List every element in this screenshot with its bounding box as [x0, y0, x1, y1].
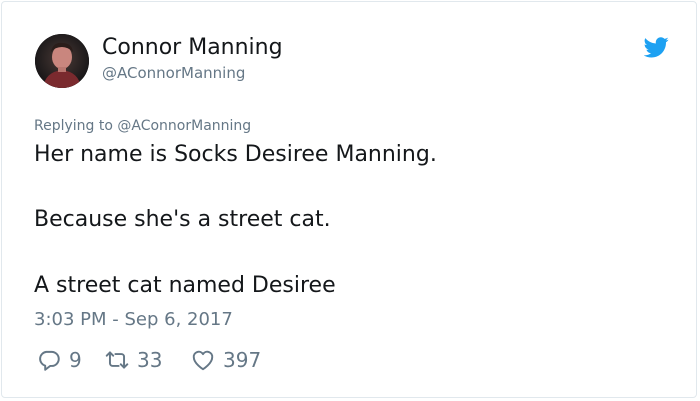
twitter-bird-icon[interactable]: [644, 37, 669, 58]
avatar[interactable]: [35, 34, 89, 88]
profile-photo: [35, 34, 89, 88]
retweet-count: 33: [137, 348, 163, 372]
retweet-icon: [105, 351, 129, 369]
tweet-timestamp[interactable]: 3:03 PM - Sep 6, 2017: [34, 309, 233, 330]
replying-to[interactable]: Replying to @AConnorManning: [34, 118, 251, 134]
like-count: 397: [223, 348, 262, 372]
reply-button[interactable]: 9: [36, 345, 82, 375]
tweet-text-line: A street cat named Desiree: [34, 273, 336, 298]
tweet-text-line: Because she's a street cat.: [34, 207, 331, 232]
display-name[interactable]: Connor Manning: [102, 35, 283, 60]
reply-icon: [39, 350, 60, 371]
reply-count: 9: [69, 348, 82, 372]
heart-icon: [192, 350, 214, 371]
tweet-text-line: Her name is Socks Desiree Manning.: [34, 142, 437, 167]
tweet-actions: 9 33 397: [34, 345, 334, 375]
user-handle[interactable]: @AConnorManning: [102, 64, 245, 82]
like-button[interactable]: 397: [190, 345, 261, 375]
retweet-button[interactable]: 33: [104, 345, 162, 375]
tweet-card: Connor Manning @AConnorManning Replying …: [1, 1, 697, 398]
